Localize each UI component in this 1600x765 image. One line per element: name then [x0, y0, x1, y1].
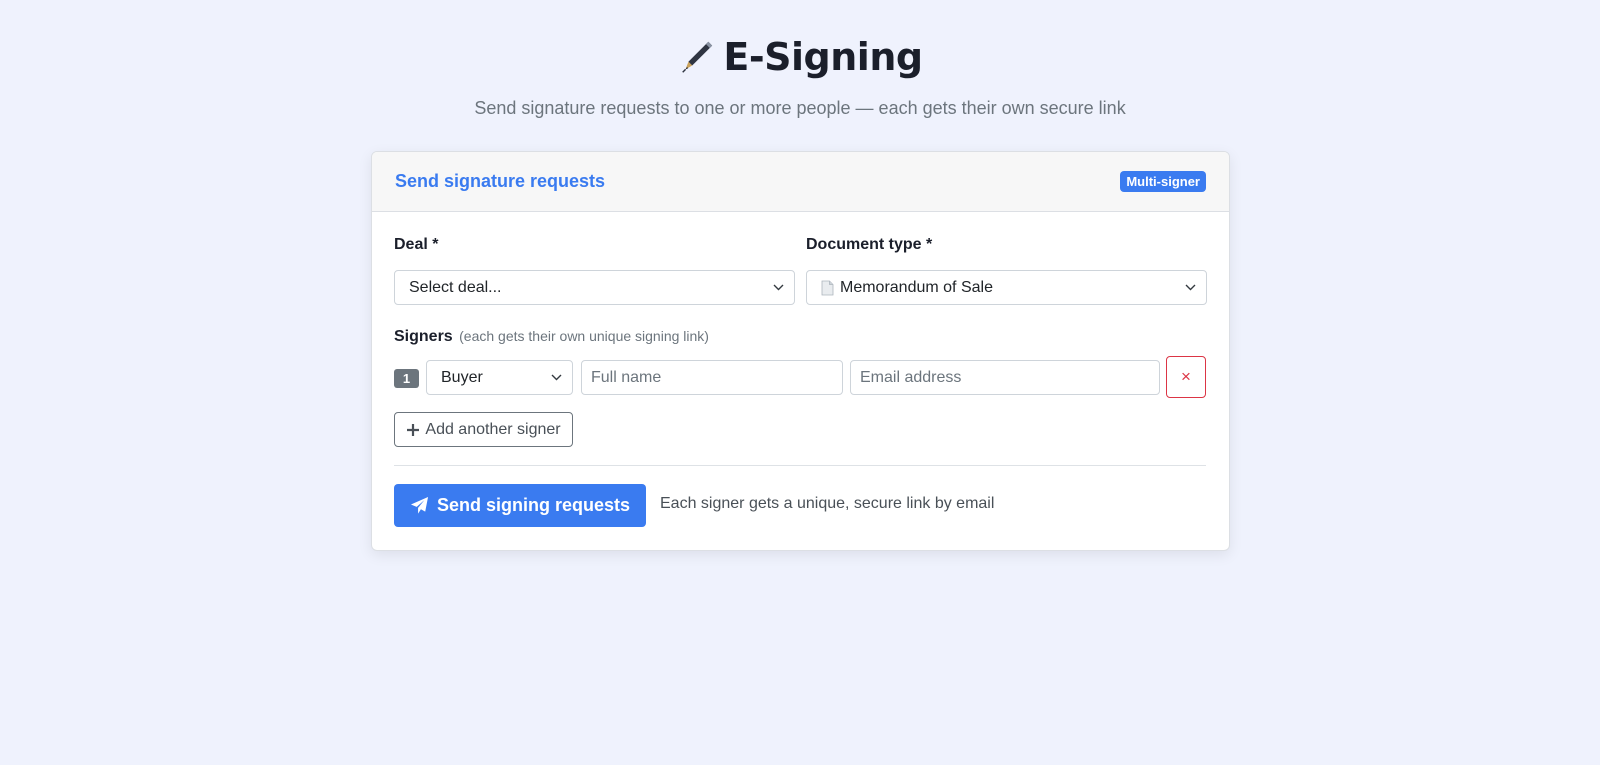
- pen-icon: [677, 38, 715, 76]
- signer-role-value: Buyer: [441, 368, 483, 386]
- close-icon: ×: [1181, 367, 1191, 386]
- signers-hint: (each gets their own unique signing link…: [459, 328, 709, 344]
- document-type-label: Document type *: [806, 236, 933, 253]
- signer-email-placeholder: Email address: [860, 368, 962, 386]
- chevron-down-icon: [773, 284, 784, 291]
- add-signer-label: Add another signer: [425, 420, 561, 438]
- add-signer-button[interactable]: Add another signer: [394, 412, 573, 447]
- paper-plane-icon: [410, 496, 429, 514]
- page-subtitle: Send signature requests to one or more p…: [474, 98, 1126, 118]
- page-header: E-Signing Send signature requests to one…: [0, 32, 1600, 120]
- signers-label-text: Signers: [394, 328, 453, 345]
- card-title: Send signature requests: [395, 171, 606, 191]
- signer-name-placeholder: Full name: [591, 368, 662, 386]
- document-type-select[interactable]: Memorandum of Sale: [806, 270, 1207, 305]
- signer-email-input[interactable]: Email address: [850, 360, 1160, 395]
- send-label: Send signing requests: [436, 495, 631, 515]
- signer-name-input[interactable]: Full name: [581, 360, 843, 395]
- send-signing-requests-button[interactable]: Send signing requests: [394, 484, 646, 527]
- signature-request-card: Send signature requests Multi-signer Dea…: [371, 151, 1230, 551]
- document-icon: [821, 280, 834, 295]
- title-text: E-Signing: [723, 35, 923, 79]
- signer-role-select[interactable]: Buyer: [426, 360, 573, 395]
- chevron-down-icon: [551, 374, 562, 381]
- send-note: Each signer gets a unique, secure link b…: [660, 495, 995, 512]
- deal-select-value: Select deal...: [409, 278, 502, 296]
- plus-icon: [407, 423, 420, 436]
- page-title: E-Signing: [677, 32, 923, 82]
- remove-signer-button[interactable]: ×: [1166, 356, 1206, 398]
- deal-select[interactable]: Select deal...: [394, 270, 795, 305]
- deal-label: Deal *: [394, 236, 439, 253]
- signers-label: Signers (each gets their own unique sign…: [394, 328, 709, 346]
- multi-signer-badge: Multi-signer: [1120, 171, 1206, 192]
- card-header: Send signature requests Multi-signer: [372, 152, 1229, 212]
- divider: [394, 465, 1206, 466]
- document-type-value: Memorandum of Sale: [840, 278, 993, 296]
- signer-number-badge: 1: [394, 369, 419, 388]
- chevron-down-icon: [1185, 284, 1196, 291]
